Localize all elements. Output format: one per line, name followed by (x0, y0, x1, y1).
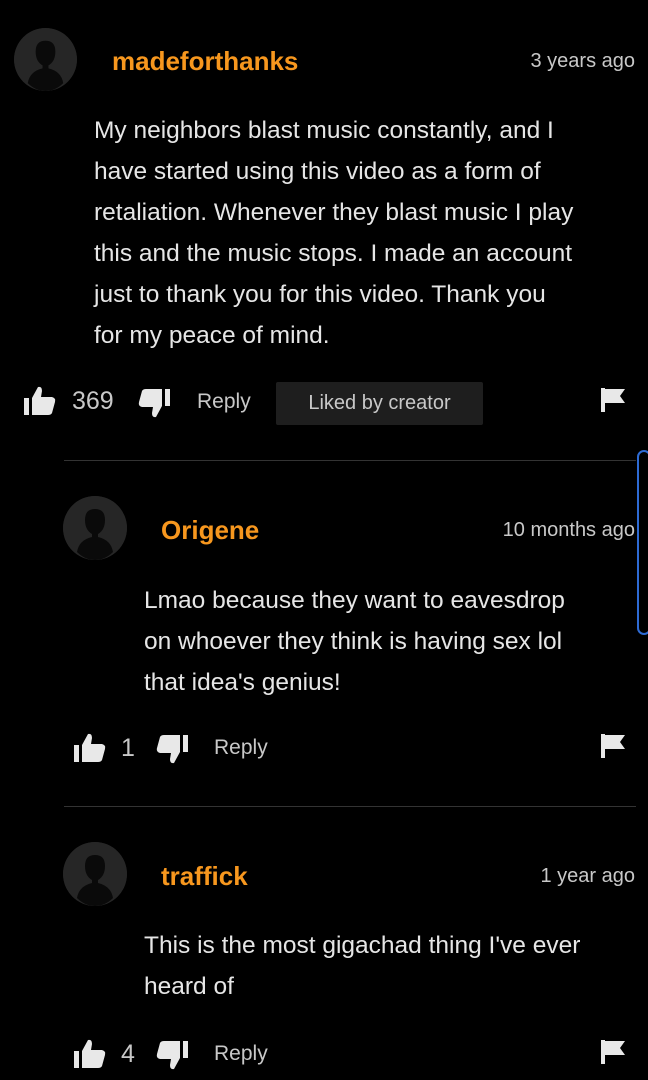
default-avatar-icon (63, 496, 127, 560)
thumbs-up-icon (74, 733, 106, 763)
comment-username[interactable]: traffick (161, 861, 248, 892)
like-count: 4 (121, 1040, 135, 1068)
comment-timestamp: 10 months ago (502, 519, 635, 541)
like-button[interactable] (74, 733, 106, 763)
scroll-indicator[interactable] (637, 450, 648, 635)
thumbs-up-icon (24, 386, 56, 416)
avatar[interactable] (63, 842, 127, 906)
avatar[interactable] (14, 28, 77, 91)
flag-button[interactable] (601, 1040, 625, 1064)
thumbs-down-icon (138, 388, 170, 418)
default-avatar-icon (14, 28, 77, 91)
flag-icon (601, 734, 625, 758)
dislike-button[interactable] (156, 734, 188, 764)
flag-button[interactable] (601, 388, 625, 412)
liked-by-creator-badge: Liked by creator (276, 382, 483, 425)
thumbs-down-icon (156, 1040, 188, 1070)
dislike-button[interactable] (156, 1040, 188, 1070)
comment-username[interactable]: madeforthanks (112, 46, 298, 77)
like-count: 1 (121, 734, 135, 762)
like-button[interactable] (74, 1039, 106, 1069)
like-count: 369 (72, 387, 114, 415)
divider (64, 806, 636, 807)
flag-button[interactable] (601, 734, 625, 758)
flag-icon (601, 1040, 625, 1064)
comment-timestamp: 3 years ago (530, 50, 635, 72)
like-button[interactable] (24, 386, 56, 416)
reply-button[interactable]: Reply (197, 390, 251, 414)
avatar[interactable] (63, 496, 127, 560)
comment-text: My neighbors blast music constantly, and… (94, 117, 574, 349)
default-avatar-icon (63, 842, 127, 906)
divider (64, 460, 636, 461)
flag-icon (601, 388, 625, 412)
comment-text: This is the most gigachad thing I've eve… (144, 932, 581, 1000)
comment-text: Lmao because they want to eavesdrop on w… (144, 587, 565, 696)
comment-timestamp: 1 year ago (540, 865, 635, 887)
dislike-button[interactable] (138, 388, 170, 418)
thumbs-down-icon (156, 734, 188, 764)
thumbs-up-icon (74, 1039, 106, 1069)
comment-username[interactable]: Origene (161, 515, 259, 546)
reply-button[interactable]: Reply (214, 1042, 268, 1066)
reply-button[interactable]: Reply (214, 736, 268, 760)
